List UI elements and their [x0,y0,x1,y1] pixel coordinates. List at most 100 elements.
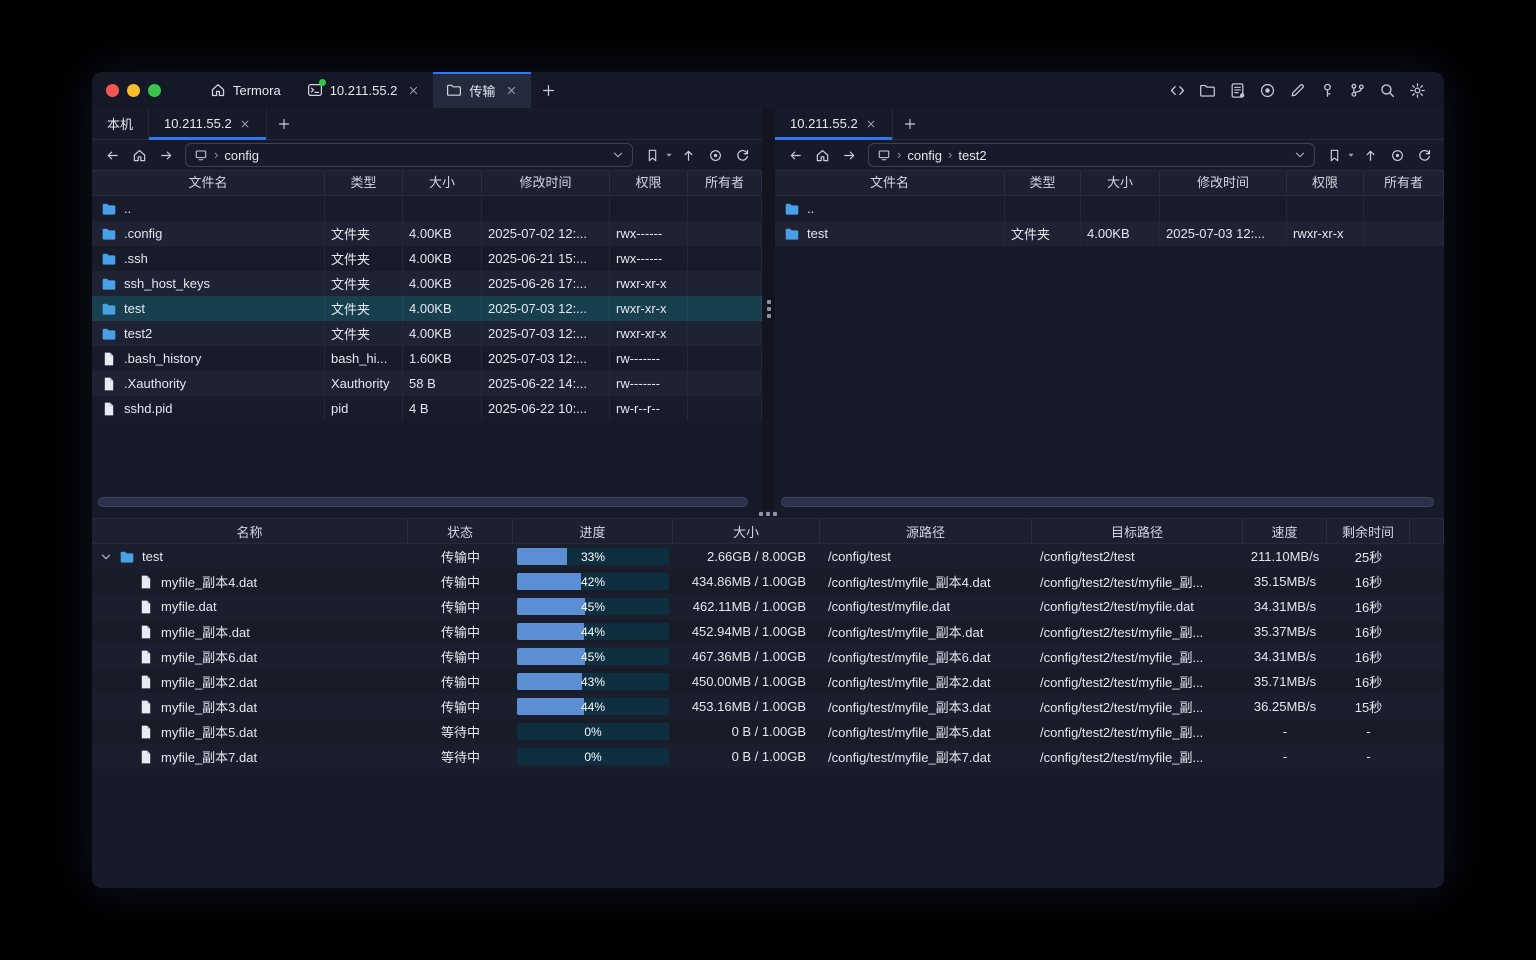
transfer-column-header[interactable]: 名称 [92,519,408,543]
panel-tab-10.211.55.2[interactable]: 10.211.55.2 [775,108,893,139]
transfer-row[interactable]: myfile.dat传输中45%462.11MB / 1.00GB/config… [92,594,1444,619]
caret-down-icon[interactable] [1347,151,1355,159]
minimize-window-button[interactable] [127,84,140,97]
back-button[interactable] [100,144,124,166]
horizontal-splitter[interactable] [92,510,1444,518]
file-icon [138,624,154,640]
file-row[interactable]: .ssh文件夹4.00KB2025-06-21 15:...rwx------ [92,246,762,271]
transfer-row[interactable]: myfile_副本4.dat传输中42%434.86MB / 1.00GB/co… [92,569,1444,594]
panel-tab-label: 10.211.55.2 [790,116,858,131]
column-header[interactable]: 修改时间 [482,171,610,193]
home-button[interactable] [810,144,834,166]
column-header[interactable]: 文件名 [92,171,325,193]
close-tab-icon[interactable] [239,118,251,130]
column-header[interactable]: 类型 [325,171,403,193]
close-tab-icon[interactable] [407,84,420,97]
column-header[interactable]: 修改时间 [1160,171,1287,193]
title-tab-Termora[interactable]: Termora [197,72,294,108]
refresh-button[interactable] [730,144,754,166]
column-header[interactable]: 权限 [610,171,688,193]
close-tab-icon[interactable] [865,118,877,130]
path-input[interactable]: ›config [185,143,633,167]
file-row[interactable]: sshd.pidpid4 B2025-06-22 10:...rw-r--r-- [92,396,762,421]
file-type: Xauthority [325,371,403,396]
up-directory-button[interactable] [1358,144,1382,166]
file-row[interactable]: test文件夹4.00KB2025-07-03 12:...rwxr-xr-x [775,221,1444,246]
refresh-button[interactable] [1412,144,1436,166]
file-row[interactable]: .. [92,196,762,221]
close-tab-icon[interactable] [505,84,518,97]
panel-tab-10.211.55.2[interactable]: 10.211.55.2 [149,108,267,139]
home-button[interactable] [127,144,151,166]
horizontal-scrollbar[interactable] [94,496,760,509]
column-header[interactable]: 所有者 [688,171,762,193]
column-header[interactable]: 大小 [403,171,482,193]
transfer-row[interactable]: myfile_副本6.dat传输中45%467.36MB / 1.00GB/co… [92,644,1444,669]
caret-down-icon[interactable] [665,151,673,159]
path-segment[interactable]: config [224,148,259,163]
show-hidden-button[interactable] [703,144,727,166]
key-icon[interactable] [1319,82,1336,99]
path-segment[interactable]: test2 [958,148,986,163]
settings-icon[interactable] [1409,82,1426,99]
transfer-row[interactable]: test传输中33%2.66GB / 8.00GB/config/test/co… [92,544,1444,569]
title-tab-传输[interactable]: 传输 [433,72,531,108]
transfer-row[interactable]: myfile_副本2.dat传输中43%450.00MB / 1.00GB/co… [92,669,1444,694]
transfer-column-header[interactable]: 进度 [513,519,673,543]
transfer-column-header[interactable]: 目标路径 [1032,519,1243,543]
file-row[interactable]: .bash_historybash_hi...1.60KB2025-07-03 … [92,346,762,371]
search-icon[interactable] [1379,82,1396,99]
zoom-window-button[interactable] [148,84,161,97]
file-row[interactable]: .. [775,196,1444,221]
path-input[interactable]: ›config›test2 [868,143,1315,167]
record-icon[interactable] [1259,82,1276,99]
horizontal-scrollbar[interactable] [777,496,1442,509]
transfer-row[interactable]: myfile_副本.dat传输中44%452.94MB / 1.00GB/con… [92,619,1444,644]
forward-button[interactable] [154,144,178,166]
forward-button[interactable] [837,144,861,166]
transfer-row[interactable]: myfile_副本3.dat传输中44%453.16MB / 1.00GB/co… [92,694,1444,719]
scrollbar-thumb[interactable] [781,497,1434,507]
column-header[interactable]: 类型 [1005,171,1081,193]
up-icon [1363,148,1378,163]
column-header[interactable]: 文件名 [775,171,1005,193]
file-row[interactable]: .XauthorityXauthority58 B2025-06-22 14:.… [92,371,762,396]
folder-outline-icon[interactable] [1199,82,1216,99]
vertical-splitter[interactable] [762,108,775,510]
transfer-column-header[interactable]: 剩余时间 [1327,519,1410,543]
transfer-row[interactable]: myfile_副本5.dat等待中0%0 B / 1.00GB/config/t… [92,719,1444,744]
branch-icon[interactable] [1349,82,1366,99]
transfer-column-header[interactable]: 源路径 [820,519,1032,543]
transfer-column-header[interactable]: 状态 [408,519,513,543]
bookmark-button[interactable] [640,144,664,166]
show-hidden-button[interactable] [1385,144,1409,166]
column-header[interactable]: 权限 [1287,171,1364,193]
column-header[interactable]: 所有者 [1364,171,1444,193]
file-permissions: rwxr-xr-x [610,271,688,296]
file-row[interactable]: test2文件夹4.00KB2025-07-03 12:...rwxr-xr-x [92,321,762,346]
file-row[interactable]: test文件夹4.00KB2025-07-03 12:...rwxr-xr-x [92,296,762,321]
new-panel-tab-button[interactable] [893,108,927,139]
column-header[interactable]: 大小 [1081,171,1160,193]
panel-tab-本机[interactable]: 本机 [92,108,149,139]
bookmark-button[interactable] [1322,144,1346,166]
new-panel-tab-button[interactable] [267,108,301,139]
chevron-down-icon[interactable] [612,149,624,161]
chevron-down-icon[interactable] [100,551,112,563]
log-icon[interactable] [1229,82,1246,99]
file-row[interactable]: .config文件夹4.00KB2025-07-02 12:...rwx----… [92,221,762,246]
chevron-down-icon[interactable] [1294,149,1306,161]
back-button[interactable] [783,144,807,166]
new-tab-button[interactable] [531,72,565,108]
transfer-row[interactable]: myfile_副本7.dat等待中0%0 B / 1.00GB/config/t… [92,744,1444,769]
path-segment[interactable]: config [907,148,942,163]
transfer-column-header[interactable]: 速度 [1243,519,1327,543]
title-tab-10.211.55.2[interactable]: 10.211.55.2 [294,72,434,108]
up-directory-button[interactable] [676,144,700,166]
close-window-button[interactable] [106,84,119,97]
edit-icon[interactable] [1289,82,1306,99]
file-row[interactable]: ssh_host_keys文件夹4.00KB2025-06-26 17:...r… [92,271,762,296]
code-icon[interactable] [1169,82,1186,99]
scrollbar-thumb[interactable] [98,497,748,507]
transfer-column-header[interactable]: 大小 [673,519,820,543]
